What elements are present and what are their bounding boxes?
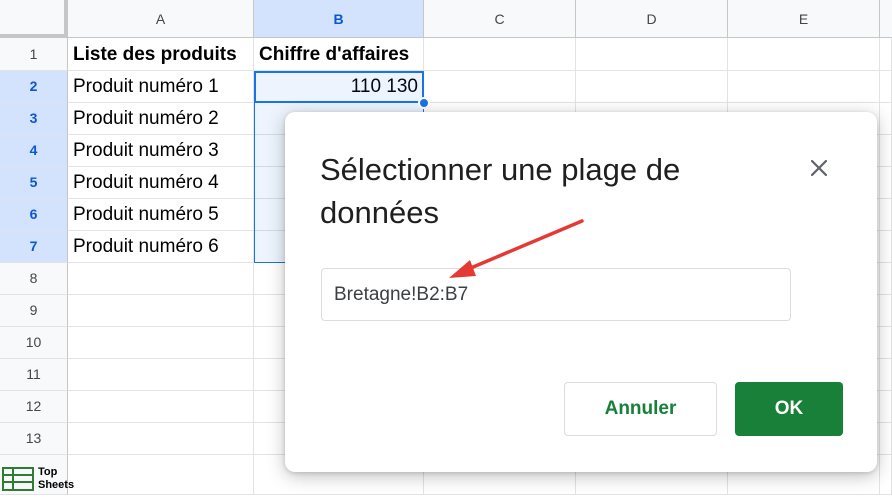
- logo-line-1: Top: [38, 466, 58, 478]
- logo-label: Top Sheets: [38, 466, 74, 492]
- logo-line-2: Sheets: [38, 479, 75, 491]
- top-sheets-logo-icon: [2, 467, 34, 491]
- red-arrow-annotation: [449, 219, 584, 278]
- top-sheets-logo: Top Sheets: [2, 465, 82, 495]
